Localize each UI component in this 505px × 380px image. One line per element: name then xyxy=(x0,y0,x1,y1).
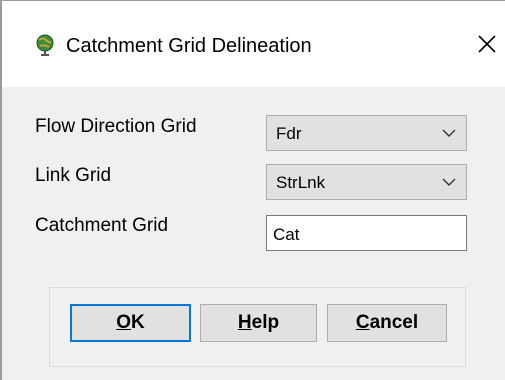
globe-pin-icon xyxy=(34,34,56,56)
close-button[interactable] xyxy=(472,29,502,59)
help-mnemonic: H xyxy=(237,312,252,333)
chevron-down-icon xyxy=(442,178,456,186)
catchment-grid-dialog: Catchment Grid Delineation Flow Directio… xyxy=(0,0,505,380)
flow-direction-value: Fdr xyxy=(276,124,302,143)
help-button[interactable]: Help xyxy=(200,304,317,342)
ok-mnemonic: O xyxy=(116,312,132,333)
flow-direction-select[interactable]: Fdr xyxy=(266,115,467,151)
ok-label-rest: K xyxy=(131,312,145,333)
window-title: Catchment Grid Delineation xyxy=(66,35,312,57)
cancel-button[interactable]: Cancel xyxy=(327,304,447,342)
chevron-down-icon xyxy=(442,129,456,137)
title-bar[interactable]: Catchment Grid Delineation xyxy=(2,1,505,87)
catchment-grid-input[interactable] xyxy=(266,215,467,251)
ok-button[interactable]: OK xyxy=(70,304,191,342)
help-label-rest: elp xyxy=(251,312,280,333)
link-grid-select[interactable]: StrLnk xyxy=(266,164,467,200)
cancel-label-rest: ancel xyxy=(369,312,419,333)
link-grid-label: Link Grid xyxy=(35,165,112,186)
link-grid-value: StrLnk xyxy=(276,173,326,192)
close-icon xyxy=(478,35,496,53)
catchment-grid-label: Catchment Grid xyxy=(35,215,169,236)
cancel-mnemonic: C xyxy=(355,312,370,333)
flow-direction-label: Flow Direction Grid xyxy=(35,116,197,137)
